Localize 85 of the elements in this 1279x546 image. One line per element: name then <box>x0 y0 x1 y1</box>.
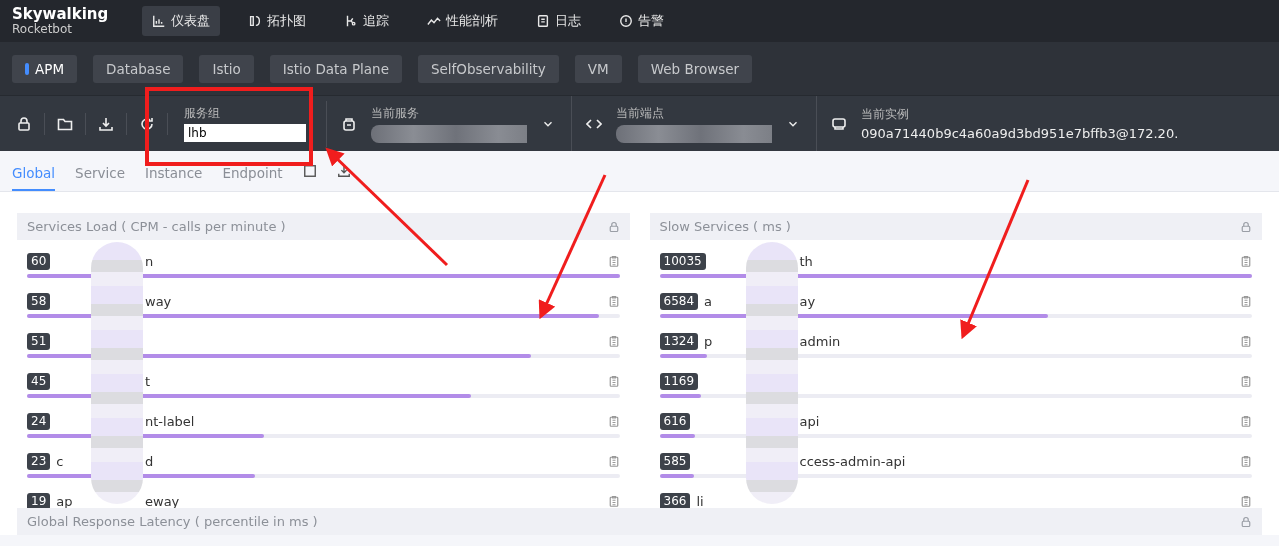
row-label[interactable]: admin <box>799 333 841 349</box>
clipboard-icon <box>607 414 620 428</box>
clipboard-icon <box>607 334 620 348</box>
logo-subtitle: Rocketbot <box>12 22 72 36</box>
trend-icon <box>427 14 441 28</box>
nav-tab[interactable]: 追踪 <box>334 6 399 36</box>
selector-value[interactable]: 090a71440b9c4a60a9d3bd951e7bffb3@172.20. <box>861 126 1263 141</box>
value-badge: 585 <box>659 452 691 470</box>
row-label[interactable]: c <box>56 453 64 469</box>
active-indicator <box>25 62 29 75</box>
value-badge: 1169 <box>659 372 699 390</box>
square-icon <box>302 164 317 178</box>
lock-icon <box>16 115 32 132</box>
row-label[interactable]: ap <box>56 493 73 508</box>
panel-title: Slow Services ( ms ) <box>659 219 791 234</box>
clipboard-icon <box>1240 454 1252 468</box>
selector-label: 当前服务 <box>371 104 420 122</box>
layer-tab[interactable]: Istio Data Plane <box>269 54 402 83</box>
row-label[interactable]: ccess-admin-api <box>799 453 906 469</box>
layer-tab[interactable]: Istio <box>199 54 254 83</box>
clipboard-icon <box>607 454 620 468</box>
topology-icon <box>248 14 262 28</box>
document-icon <box>536 14 550 28</box>
row-label[interactable]: ay <box>799 293 816 309</box>
row-label[interactable]: way <box>145 293 172 309</box>
refresh-icon <box>139 115 155 132</box>
row-label[interactable]: t <box>145 373 151 389</box>
selector-label: 当前端点 <box>616 104 665 122</box>
selector-label: 当前实例 <box>861 106 910 123</box>
value-badge: 24 <box>27 412 51 430</box>
lock-icon <box>1240 220 1252 233</box>
branch-icon <box>344 14 358 28</box>
clipboard-icon <box>607 254 620 268</box>
monitor-icon <box>831 115 847 132</box>
value-badge: 45 <box>27 372 51 390</box>
lock-icon <box>607 220 620 233</box>
download-icon <box>98 115 114 132</box>
row-label[interactable]: a <box>704 293 712 309</box>
layer-tab[interactable]: Database <box>93 54 184 83</box>
alert-icon <box>619 14 633 28</box>
value-badge: 19 <box>27 492 51 508</box>
group-input[interactable]: lhb <box>184 124 306 142</box>
value-badge: 60 <box>27 252 51 270</box>
layer-tab[interactable]: VM <box>574 54 622 83</box>
row-label[interactable]: d <box>145 453 154 469</box>
nav-tab[interactable]: 日志 <box>526 6 591 36</box>
clipboard-icon <box>1240 254 1252 268</box>
clipboard-icon <box>607 494 620 508</box>
value-badge: 58 <box>27 292 51 310</box>
clipboard-icon <box>1240 374 1252 388</box>
value-badge: 616 <box>659 412 691 430</box>
value-badge: 23 <box>27 452 51 470</box>
row-label[interactable]: api <box>799 413 820 429</box>
field-label: 服务组 <box>184 105 221 122</box>
lock-icon <box>1240 515 1252 528</box>
panel-title: Services Load ( CPM - calls per minute ) <box>27 219 286 234</box>
value-badge: 6584 <box>659 292 699 310</box>
row-label[interactable]: th <box>799 253 813 269</box>
layer-tab[interactable]: APM <box>12 54 78 83</box>
row-label[interactable]: li <box>696 493 704 508</box>
nav-tab[interactable]: 性能剖析 <box>417 6 508 36</box>
row-label[interactable]: nt-label <box>145 413 195 429</box>
cube-icon <box>341 115 357 132</box>
layer-tab[interactable]: SelfObservability <box>417 54 559 83</box>
nav-tab[interactable]: 仪表盘 <box>142 6 220 36</box>
value-badge: 51 <box>27 332 51 350</box>
value-badge: 1324 <box>659 332 699 350</box>
clipboard-icon <box>1240 334 1252 348</box>
panel-title: Global Response Latency ( percentile in ms ) <box>27 514 318 529</box>
clipboard-icon <box>1240 414 1252 428</box>
clipboard-icon <box>607 294 620 308</box>
clipboard-icon <box>1240 494 1252 508</box>
row-label[interactable]: eway <box>145 493 180 508</box>
value-badge: 10035 <box>659 252 706 270</box>
logo[interactable]: Skywalking <box>12 6 136 22</box>
nav-tab[interactable]: 拓扑图 <box>238 6 316 36</box>
value-badge: 366 <box>659 492 691 508</box>
row-label[interactable]: p <box>704 333 713 349</box>
download-icon <box>336 164 351 178</box>
layer-tab[interactable]: Web Browser <box>637 54 753 83</box>
row-label[interactable]: n <box>145 253 154 269</box>
chart-icon <box>152 14 166 28</box>
clipboard-icon <box>607 374 620 388</box>
nav-tab[interactable]: 告警 <box>609 6 674 36</box>
clipboard-icon <box>1240 294 1252 308</box>
